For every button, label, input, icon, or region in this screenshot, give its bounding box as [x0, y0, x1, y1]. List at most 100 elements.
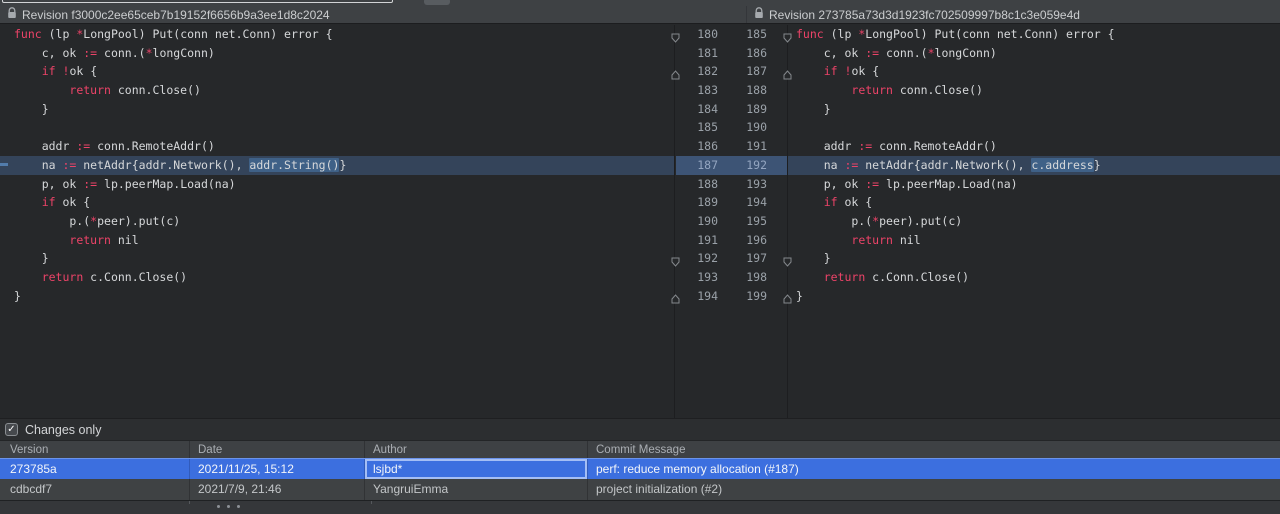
code-line[interactable]: if ok { — [788, 193, 1280, 212]
code-segment: := — [76, 139, 90, 153]
line-number-left: 189 — [676, 193, 718, 212]
code-line[interactable]: return c.Conn.Close() — [0, 268, 674, 287]
author-cell[interactable]: YangruiEmma — [365, 479, 588, 500]
author-cell[interactable]: lsjbd* — [365, 459, 588, 479]
code-segment: } — [14, 102, 49, 116]
code-segment: ok { — [56, 195, 91, 209]
history-table-header: VersionDateAuthorCommit Message — [0, 440, 1280, 458]
changes-only-label: Changes only — [25, 423, 101, 437]
message-cell[interactable]: project initialization (#2) — [588, 479, 1280, 500]
code-line[interactable]: na := netAddr{addr.Network(), addr.Strin… — [0, 156, 674, 175]
filter-input[interactable] — [2, 0, 393, 3]
line-number-right: 196 — [718, 231, 767, 250]
splitter-strip[interactable] — [0, 500, 1280, 514]
code-segment: (lp — [824, 27, 859, 41]
message-cell[interactable]: perf: reduce memory allocation (#187) — [588, 459, 1280, 479]
code-segment: c, ok — [796, 46, 865, 60]
code-segment — [796, 83, 851, 97]
fold-marker-icon[interactable] — [783, 254, 792, 264]
line-number-row: 185190 — [676, 118, 787, 137]
date-cell[interactable]: 2021/11/25, 15:12 — [190, 459, 365, 479]
code-line[interactable]: return c.Conn.Close() — [788, 268, 1280, 287]
line-number-row: 191196 — [676, 231, 787, 250]
code-segment — [796, 195, 824, 209]
code-line[interactable]: return conn.Close() — [788, 81, 1280, 100]
code-segment: c.Conn.Close() — [83, 270, 187, 284]
code-line[interactable]: p.(*peer).put(c) — [0, 212, 674, 231]
fold-marker-icon[interactable] — [783, 30, 792, 40]
code-segment: * — [928, 46, 935, 60]
code-segment: * — [146, 46, 153, 60]
line-number-left: 192 — [676, 249, 718, 268]
line-number-row: 184189 — [676, 100, 787, 119]
line-number-left: 188 — [676, 175, 718, 194]
diff-revision-dialog: Revision f3000c2ee65ceb7b19152f6656b9a3e… — [0, 0, 1280, 514]
line-number-right: 193 — [718, 175, 767, 194]
code-pane-left[interactable]: func (lp *LongPool) Put(conn net.Conn) e… — [0, 25, 675, 418]
date-cell[interactable]: 2021/7/9, 21:46 — [190, 479, 365, 500]
line-number-left: 184 — [676, 100, 718, 119]
line-number-left: 180 — [676, 25, 718, 44]
code-segment: nil — [893, 233, 921, 247]
line-number-right: 190 — [718, 118, 767, 137]
code-segment: := — [844, 158, 858, 172]
version-cell[interactable]: cdbcdf7 — [0, 479, 190, 500]
changes-only-checkbox[interactable]: ✓ — [5, 423, 18, 436]
code-pane-right[interactable]: func (lp *LongPool) Put(conn net.Conn) e… — [787, 25, 1280, 418]
grip-dots-icon — [217, 505, 240, 508]
line-number-left: 186 — [676, 137, 718, 156]
code-line[interactable]: return nil — [788, 231, 1280, 250]
code-line[interactable]: if !ok { — [0, 62, 674, 81]
code-segment: p.( — [14, 214, 90, 228]
code-line[interactable]: c, ok := conn.(*longConn) — [0, 44, 674, 63]
code-line[interactable]: } — [788, 100, 1280, 119]
column-header-author[interactable]: Author — [365, 441, 588, 458]
code-line[interactable]: p, ok := lp.peerMap.Load(na) — [788, 175, 1280, 194]
line-number-right: 189 — [718, 100, 767, 119]
code-line[interactable]: if !ok { — [788, 62, 1280, 81]
code-segment — [796, 270, 824, 284]
code-segment: return — [69, 83, 111, 97]
toolbar-button[interactable] — [424, 0, 450, 5]
code-line[interactable]: addr := conn.RemoteAddr() — [788, 137, 1280, 156]
revision-label: Revision 273785a73d3d1923fc702509997b8c1… — [769, 8, 1080, 22]
code-segment: return — [851, 233, 893, 247]
line-number-left: 185 — [676, 118, 718, 137]
code-line[interactable] — [788, 118, 1280, 137]
code-line[interactable]: return conn.Close() — [0, 81, 674, 100]
code-line[interactable]: p.(*peer).put(c) — [788, 212, 1280, 231]
code-segment: return — [42, 270, 84, 284]
version-cell[interactable]: 273785a — [0, 459, 190, 479]
table-row[interactable]: 273785a2021/11/25, 15:12lsjbd*perf: redu… — [0, 458, 1280, 479]
fold-marker-icon[interactable] — [783, 291, 792, 301]
line-number-row: 181186 — [676, 44, 787, 63]
code-line[interactable]: } — [0, 287, 674, 306]
code-line[interactable]: if ok { — [0, 193, 674, 212]
code-line[interactable]: } — [788, 249, 1280, 268]
column-header-date[interactable]: Date — [190, 441, 365, 458]
code-line[interactable]: na := netAddr{addr.Network(), c.address} — [788, 156, 1280, 175]
code-segment: return — [69, 233, 111, 247]
column-header-message[interactable]: Commit Message — [588, 441, 1280, 458]
fold-marker-icon[interactable] — [671, 67, 680, 77]
fold-marker-icon[interactable] — [671, 254, 680, 264]
code-line[interactable]: func (lp *LongPool) Put(conn net.Conn) e… — [788, 25, 1280, 44]
column-header-version[interactable]: Version — [0, 441, 190, 458]
code-line[interactable]: } — [0, 249, 674, 268]
code-line[interactable]: } — [788, 287, 1280, 306]
code-line[interactable]: c, ok := conn.(*longConn) — [788, 44, 1280, 63]
code-line[interactable]: func (lp *LongPool) Put(conn net.Conn) e… — [0, 25, 674, 44]
code-line[interactable] — [0, 118, 674, 137]
fold-marker-icon[interactable] — [671, 30, 680, 40]
revision-headers: Revision f3000c2ee65ceb7b19152f6656b9a3e… — [0, 6, 1280, 24]
fold-marker-icon[interactable] — [783, 67, 792, 77]
code-line[interactable]: } — [0, 100, 674, 119]
code-line[interactable]: p, ok := lp.peerMap.Load(na) — [0, 175, 674, 194]
code-line[interactable]: return nil — [0, 231, 674, 250]
fold-marker-icon[interactable] — [671, 291, 680, 301]
code-segment: longConn) — [153, 46, 215, 60]
code-line[interactable]: addr := conn.RemoteAddr() — [0, 137, 674, 156]
table-row[interactable]: cdbcdf72021/7/9, 21:46YangruiEmmaproject… — [0, 479, 1280, 500]
line-number-right: 198 — [718, 268, 767, 287]
line-number-right: 188 — [718, 81, 767, 100]
